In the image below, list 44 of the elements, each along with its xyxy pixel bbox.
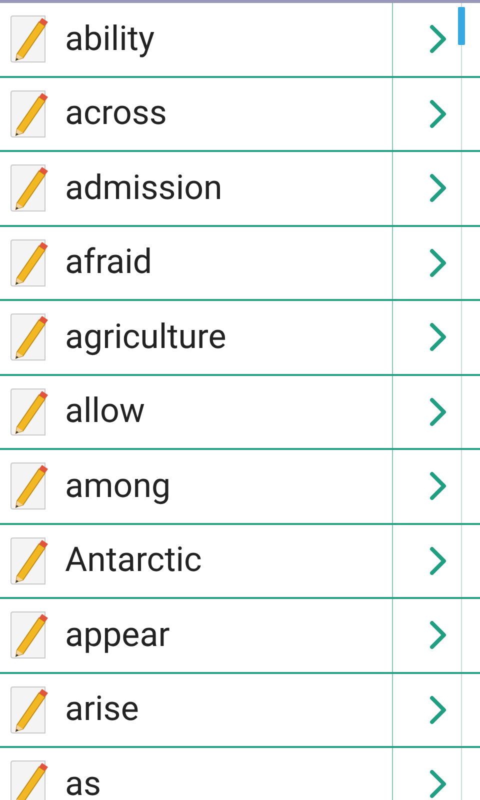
chevron-right-icon[interactable] — [429, 173, 447, 204]
word-label: admission — [65, 166, 222, 210]
word-label: as — [65, 762, 102, 800]
word-row[interactable]: arise — [0, 674, 480, 748]
pencil-note-icon — [9, 610, 49, 660]
pencil-note-icon — [9, 386, 49, 437]
chevron-right-icon[interactable] — [429, 396, 447, 427]
chevron-right-icon[interactable] — [429, 546, 447, 576]
word-label: ability — [65, 18, 155, 61]
pencil-note-icon — [9, 684, 49, 735]
pencil-note-icon — [9, 88, 49, 139]
chevron-right-icon[interactable] — [429, 471, 447, 502]
chevron-right-icon[interactable] — [429, 24, 447, 54]
word-label: Antarctic — [65, 539, 202, 582]
word-row[interactable]: across — [0, 78, 480, 152]
word-row[interactable]: Antarctic — [0, 524, 480, 599]
word-row[interactable]: admission — [0, 152, 480, 226]
pencil-note-icon — [9, 461, 49, 512]
pencil-note-icon — [9, 536, 49, 586]
word-label: agriculture — [65, 316, 226, 359]
chevron-right-icon[interactable] — [429, 248, 447, 278]
word-row[interactable]: allow — [0, 376, 480, 450]
chevron-right-icon[interactable] — [429, 694, 447, 725]
word-label: allow — [65, 390, 145, 434]
word-row[interactable]: appear — [0, 599, 480, 674]
word-row[interactable]: agriculture — [0, 301, 480, 376]
scrollbar-thumb[interactable] — [458, 7, 465, 45]
chevron-right-icon[interactable] — [429, 322, 447, 352]
word-row[interactable]: among — [0, 450, 480, 524]
word-row[interactable]: as — [0, 748, 480, 800]
pencil-note-icon — [9, 163, 49, 214]
word-label: arise — [65, 688, 139, 732]
chevron-right-icon[interactable] — [429, 620, 447, 650]
word-label: appear — [65, 614, 170, 657]
word-label: afraid — [65, 241, 152, 284]
word-row[interactable]: afraid — [0, 226, 480, 301]
pencil-note-icon — [9, 312, 49, 362]
chevron-right-icon[interactable] — [429, 769, 447, 800]
word-label: among — [65, 464, 171, 508]
word-label: across — [65, 92, 167, 136]
word-row[interactable]: ability — [0, 3, 480, 78]
chevron-right-icon[interactable] — [429, 98, 447, 129]
pencil-note-icon — [9, 14, 49, 64]
pencil-note-icon — [9, 238, 49, 288]
